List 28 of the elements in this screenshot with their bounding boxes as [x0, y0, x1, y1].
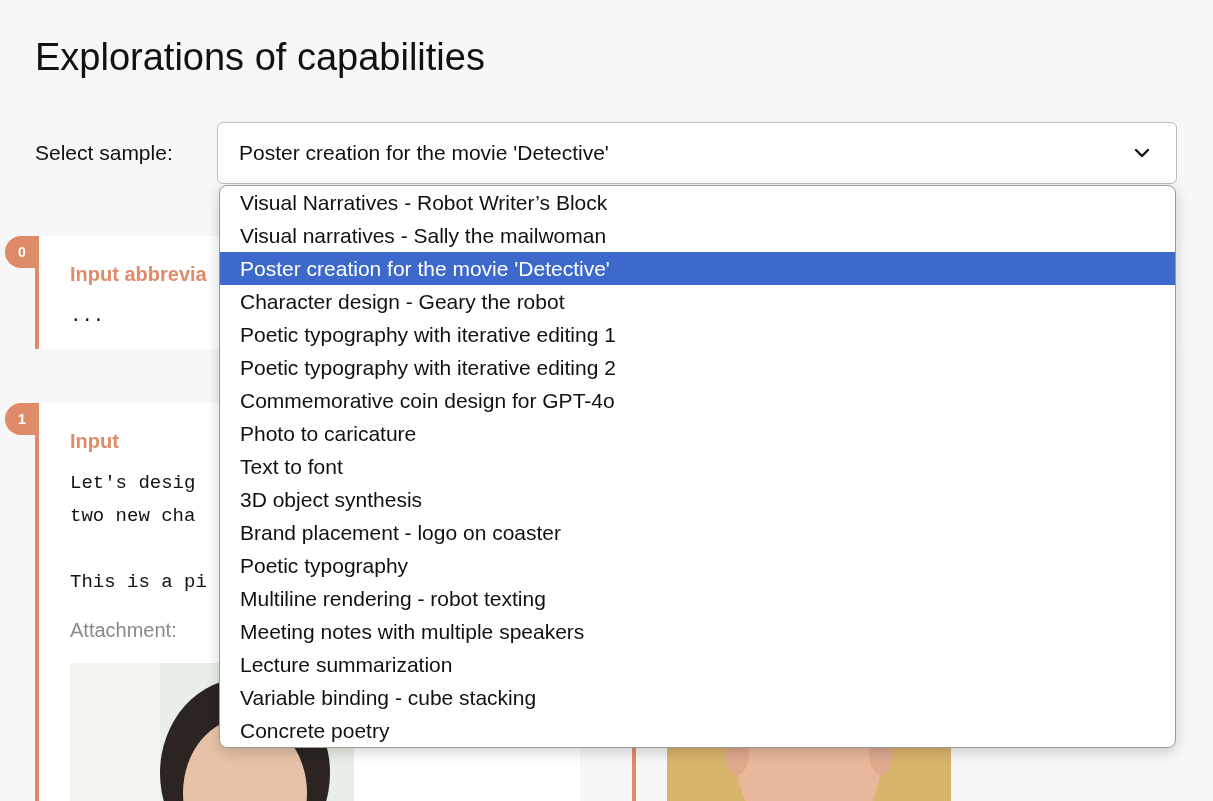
dropdown-option[interactable]: Character design - Geary the robot [220, 285, 1175, 318]
dropdown-option[interactable]: Poster creation for the movie 'Detective' [220, 252, 1175, 285]
dropdown-option[interactable]: Concrete poetry [220, 714, 1175, 747]
step-heading: Input [70, 429, 119, 454]
dropdown-option[interactable]: Brand placement - logo on coaster [220, 516, 1175, 549]
step-heading: Input abbrevia [70, 262, 207, 287]
chevron-down-icon [1134, 148, 1150, 158]
select-label: Select sample: [35, 141, 174, 165]
dropdown-option[interactable]: Poetic typography with iterative editing 2 [220, 351, 1175, 384]
dropdown-option[interactable]: Commemorative coin design for GPT-4o [220, 384, 1175, 417]
dropdown-option[interactable]: Multiline rendering - robot texting [220, 582, 1175, 615]
dropdown-option[interactable]: 3D object synthesis [220, 483, 1175, 516]
page-title: Explorations of capabilities [35, 35, 486, 79]
dropdown-option[interactable]: Variable binding - cube stacking [220, 681, 1175, 714]
dropdown-option[interactable]: Photo to caricature [220, 417, 1175, 450]
dropdown-option[interactable]: Visual Narratives - Robot Writer’s Block [220, 186, 1175, 219]
dropdown-option[interactable]: Poetic typography with iterative editing 1 [220, 318, 1175, 351]
attachment-label: Attachment: [70, 619, 177, 642]
prompt-text: This is a pi [70, 570, 207, 595]
prompt-text: ... [70, 304, 105, 329]
prompt-text: Let's desig [70, 471, 196, 496]
dropdown-option[interactable]: Poetic typography [220, 549, 1175, 582]
dropdown-option[interactable]: Lecture summarization [220, 648, 1175, 681]
dropdown-option[interactable]: Visual narratives - Sally the mailwoman [220, 219, 1175, 252]
sample-dropdown[interactable]: Poster creation for the movie 'Detective' [217, 122, 1177, 184]
dropdown-option[interactable]: Meeting notes with multiple speakers [220, 615, 1175, 648]
dropdown-option[interactable]: Text to font [220, 450, 1175, 483]
prompt-text: two new cha [70, 504, 196, 529]
